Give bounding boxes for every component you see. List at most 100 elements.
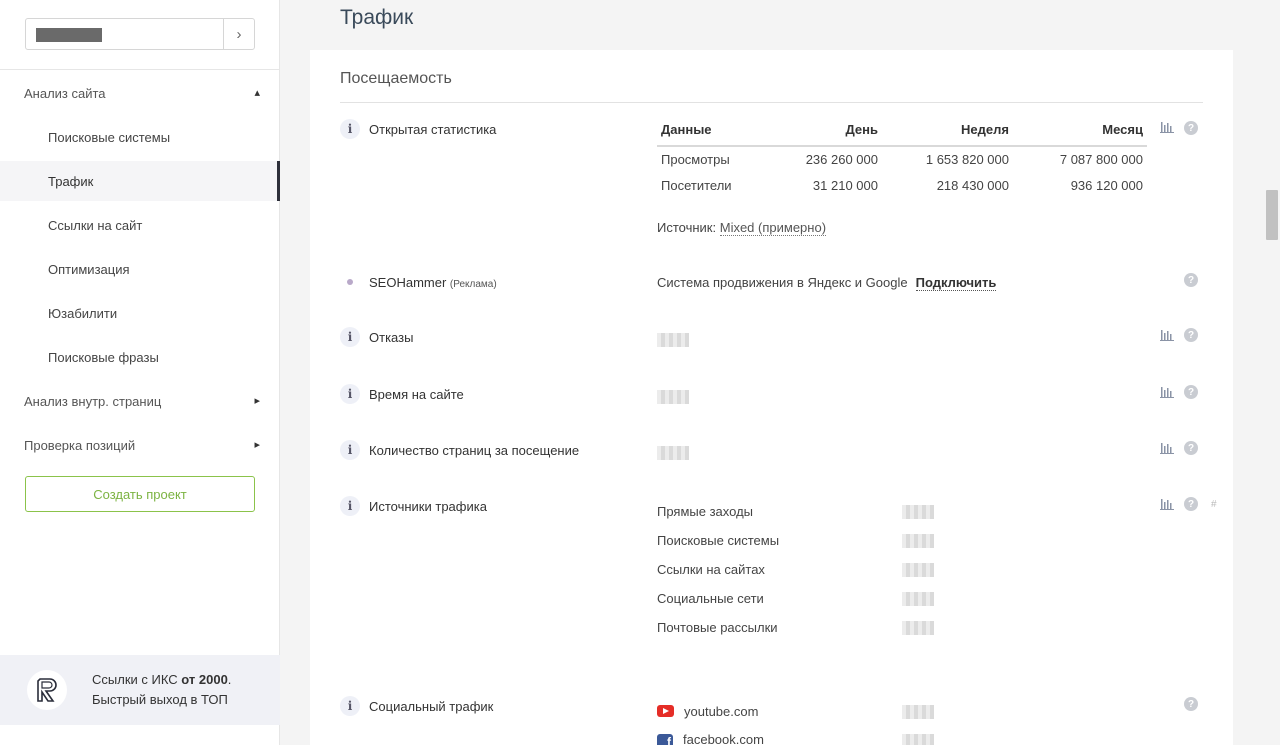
social-item: youtube.com	[657, 704, 758, 719]
nav-inner-pages-analysis[interactable]: Анализ внутр. страниц ▸	[0, 381, 280, 421]
masked-site-name	[36, 28, 102, 42]
source-line: Источник: Mixed (примерно)	[657, 220, 827, 236]
table-header: Неделя	[882, 118, 1013, 147]
info-icon[interactable]: i	[340, 496, 360, 516]
seohammer-label: SEOHammer	[369, 275, 447, 290]
nav-site-analysis[interactable]: Анализ сайта ▴	[0, 73, 280, 113]
table-cell: 31 210 000	[812, 177, 878, 193]
divider	[0, 69, 280, 70]
source-label: Источник:	[657, 220, 717, 235]
youtube-icon	[657, 705, 674, 717]
row-label-bounces: Отказы	[369, 330, 414, 345]
help-icon[interactable]: ?	[1184, 121, 1198, 135]
table-cell: 236 260 000	[805, 152, 878, 167]
table-header: Месяц	[1013, 118, 1147, 147]
info-icon[interactable]: i	[340, 696, 360, 716]
hidden-value	[902, 592, 934, 606]
help-icon[interactable]: ?	[1184, 273, 1198, 287]
section-title: Посещаемость	[340, 70, 452, 87]
nav-label: Анализ сайта	[24, 85, 106, 101]
nav-search-phrases[interactable]: Поисковые фразы	[0, 337, 280, 377]
help-icon[interactable]: ?	[1184, 697, 1198, 711]
anchor-hash-icon[interactable]: #	[1211, 499, 1217, 510]
dot-icon	[347, 279, 353, 285]
site-search-input[interactable]: ›	[25, 18, 255, 50]
table-cell: Просмотры	[661, 152, 730, 167]
promo-line2: Быстрый выход в ТОП	[92, 692, 228, 707]
social-domain: facebook.com	[683, 732, 764, 745]
create-project-button[interactable]: Создать проект	[25, 476, 255, 512]
nav-backlinks[interactable]: Ссылки на сайт	[0, 205, 280, 245]
table-cell: 936 120 000	[1070, 177, 1143, 193]
table-cell: 1 653 820 000	[925, 152, 1009, 167]
table-header: Данные	[657, 118, 767, 147]
help-icon[interactable]: ?	[1184, 497, 1198, 511]
row-label-time-on-site: Время на сайте	[369, 387, 464, 402]
row-label-seohammer: SEOHammer (Реклама)	[369, 275, 497, 290]
help-icon[interactable]: ?	[1184, 441, 1198, 455]
nav-optimization[interactable]: Оптимизация	[0, 249, 280, 289]
social-item: f facebook.com	[657, 732, 764, 745]
hidden-value	[902, 534, 934, 548]
page-title: Трафик	[340, 6, 414, 29]
social-domain: youtube.com	[684, 704, 759, 719]
scrollbar[interactable]	[1263, 0, 1280, 745]
help-icon[interactable]: ?	[1184, 328, 1198, 342]
source-link[interactable]: Mixed (примерно)	[719, 220, 827, 236]
info-icon[interactable]: i	[340, 384, 360, 404]
promo-banner[interactable]: Ссылки с ИКС от 2000. Быстрый выход в ТО…	[0, 655, 280, 725]
bar-chart-icon[interactable]	[1160, 386, 1174, 398]
promo-line1-suffix: .	[227, 672, 232, 687]
hidden-value	[657, 446, 689, 460]
info-icon[interactable]: i	[340, 327, 360, 347]
sidebar: › Анализ сайта ▴ Поисковые системы Трафи…	[0, 0, 280, 745]
chevron-right-icon[interactable]: ›	[223, 19, 254, 49]
source-item: Ссылки на сайтах	[657, 562, 765, 577]
traffic-card: Посещаемость i Открытая статистика Данны…	[310, 50, 1233, 745]
scrollbar-thumb[interactable]	[1266, 190, 1278, 240]
nav-usability[interactable]: Юзабилити	[0, 293, 280, 333]
table-header-row: Данные День Неделя Месяц	[657, 118, 1147, 147]
table-cell: 218 430 000	[936, 177, 1009, 193]
row-label-pages-per-visit: Количество страниц за посещение	[369, 443, 580, 458]
nav-label: Анализ внутр. страниц	[24, 393, 162, 409]
promo-line1-prefix: Ссылки с ИКС	[92, 672, 178, 687]
nav-label: Поисковые фразы	[48, 349, 159, 365]
bar-chart-icon[interactable]	[1160, 442, 1174, 454]
nav-label: Ссылки на сайт	[48, 217, 143, 233]
promo-logo-icon	[27, 670, 67, 710]
stats-table: Данные День Неделя Месяц Просмотры 236 2…	[657, 118, 1147, 198]
bar-chart-icon[interactable]	[1160, 121, 1174, 133]
nav-label: Оптимизация	[48, 261, 130, 277]
row-label-social-traffic: Социальный трафик	[369, 699, 494, 714]
nav-position-check[interactable]: Проверка позиций ▸	[0, 425, 280, 465]
nav-label: Поисковые системы	[48, 129, 171, 145]
table-cell: Посетители	[661, 177, 732, 193]
chevron-right-icon: ▸	[254, 439, 260, 451]
source-item: Почтовые рассылки	[657, 620, 778, 635]
seohammer-description: Система продвижения в Яндекс и Google	[657, 275, 908, 290]
nav-traffic[interactable]: Трафик	[0, 161, 280, 201]
nav-label: Проверка позиций	[24, 437, 136, 453]
row-label-traffic-sources: Источники трафика	[369, 499, 487, 514]
facebook-icon: f	[657, 734, 673, 745]
table-row: Посетители 31 210 000 218 430 000 936 12…	[657, 172, 1147, 198]
connect-link[interactable]: Подключить	[915, 275, 997, 291]
hidden-value	[902, 563, 934, 577]
divider	[340, 102, 1203, 103]
hidden-value	[902, 734, 934, 745]
promo-line1-bold: от 2000	[181, 672, 228, 687]
nav-search-engines[interactable]: Поисковые системы	[0, 117, 280, 157]
help-icon[interactable]: ?	[1184, 385, 1198, 399]
chevron-right-icon: ▸	[254, 395, 260, 407]
info-icon[interactable]: i	[340, 440, 360, 460]
bar-chart-icon[interactable]	[1160, 498, 1174, 510]
info-icon[interactable]: i	[340, 119, 360, 139]
bar-chart-icon[interactable]	[1160, 329, 1174, 341]
seohammer-text: Система продвижения в Яндекс и Google Под…	[657, 275, 997, 291]
nav-label: Юзабилити	[48, 305, 118, 321]
hidden-value	[902, 505, 934, 519]
source-item: Прямые заходы	[657, 504, 754, 519]
table-cell: 7 087 800 000	[1059, 152, 1143, 167]
ad-tag: (Реклама)	[449, 279, 497, 290]
